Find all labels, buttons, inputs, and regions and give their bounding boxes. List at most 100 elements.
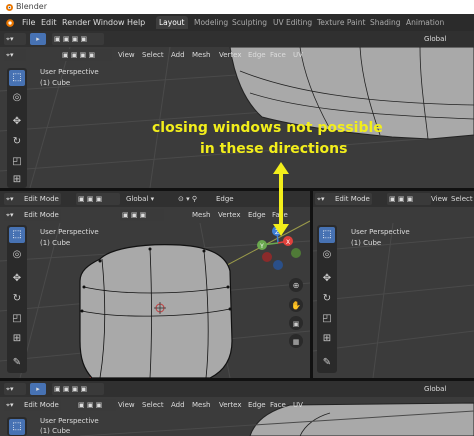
viewport-top[interactable]: ⌖▾ ▸ ▣ ▣ ▣ ▣ Global ⌖▾ ▣ ▣ ▣ ▣ View Sele… [0,31,474,188]
tab-sculpting[interactable]: Sculpting [229,16,270,29]
viewport-right-header: ⌖▾ Edit Mode ▣ ▣ ▣ View Select [313,191,474,207]
pan-hand-icon: ✋ [291,300,301,310]
transform-tool-icon[interactable]: ⊞ [9,172,25,188]
menu-mesh-middle[interactable]: Mesh [192,209,210,221]
top-orientation-label[interactable]: Global [424,33,446,45]
select-tool-button[interactable]: ▸ [30,33,46,45]
move-tool-icon[interactable]: ✥ [9,114,25,130]
select-box-tool-icon[interactable]: ⬚ [9,70,25,86]
select-mode-icons[interactable]: ▣ ▣ ▣ ▣ [52,33,104,45]
menu-vertex-bottom[interactable]: Vertex [219,399,242,411]
camera-icon: ▣ [293,320,300,328]
menu-uv-bottom[interactable]: UV [293,399,303,411]
menu-mesh-bottom[interactable]: Mesh [192,399,210,411]
menu-face-bottom[interactable]: Face [270,399,286,411]
viewport-bottom[interactable]: ⌖▾ ▸ ▣ ▣ ▣ ▣ Global ⌖▾ Edit Mode ▣ ▣ ▣ V… [0,381,474,436]
annotate-tool-icon-right[interactable]: ✎ [319,355,335,371]
cursor-tool-icon[interactable]: ◎ [9,90,25,106]
menu-edge-middle[interactable]: Edge [216,193,234,205]
viewport-right[interactable]: ⌖▾ Edit Mode ▣ ▣ ▣ View Select User Pers… [313,191,474,378]
editor-type-dropdown[interactable]: ⌖▾ [4,33,26,45]
tab-layout[interactable]: Layout [156,16,188,29]
select-tool-button-bottom[interactable]: ▸ [30,383,46,395]
double-arrow-icon [273,162,289,236]
zoom-icon: ⊕ [293,281,300,290]
orientation-dropdown-middle[interactable]: Global ▾ [124,193,172,205]
viewport-bottom-header-row2: ⌖▾ Edit Mode ▣ ▣ ▣ View Select Add Mesh … [0,397,474,413]
gizmo-y-label: Y [259,243,264,250]
select-mode-icons-bottom[interactable]: ▣ ▣ ▣ ▣ [52,383,104,395]
cursor-tool-icon-right[interactable]: ◎ [319,247,335,263]
menu-select[interactable]: Select [142,49,164,61]
menu-view-right[interactable]: View [431,193,448,205]
tab-animation[interactable]: Animation [403,16,447,29]
annotate-tool-icon-middle[interactable]: ✎ [9,355,25,371]
orientation-label-bottom[interactable]: Global [424,383,446,395]
move-tool-icon-right[interactable]: ✥ [319,271,335,287]
blender-menu-icon[interactable] [4,17,15,28]
toolbar-middle: ⬚ ◎ ✥ ↻ ◰ ⊞ ✎ [7,225,27,373]
move-tool-icon-middle[interactable]: ✥ [9,271,25,287]
menu-vertex-middle[interactable]: Vertex [218,209,241,221]
menu-add[interactable]: Add [171,49,185,61]
select-box-tool-icon-middle[interactable]: ⬚ [9,227,25,243]
menu-file[interactable]: File [22,14,35,31]
gizmo-x-label: X [286,239,290,246]
overlay-object-right: (1) Cube [351,239,382,247]
transform-tool-icon-middle[interactable]: ⊞ [9,331,25,347]
mode-dropdown-bottom[interactable]: Edit Mode [22,399,61,411]
select-mode-icons-2[interactable]: ▣ ▣ ▣ ▣ [60,49,112,61]
select-mode-icons-middle-2[interactable]: ▣ ▣ ▣ [120,209,164,221]
menu-edge[interactable]: Edge [248,49,266,61]
scale-tool-icon-right[interactable]: ◰ [319,311,335,327]
select-box-tool-icon-right[interactable]: ⬚ [319,227,335,243]
viewport-right-scene [313,222,474,378]
tab-modeling[interactable]: Modeling [191,16,231,29]
menu-select-right[interactable]: Select [451,193,473,205]
menu-render[interactable]: Render [62,14,90,31]
menu-select-bottom[interactable]: Select [142,399,164,411]
tab-texture-paint[interactable]: Texture Paint [314,16,368,29]
cursor-tool-icon-middle[interactable]: ◎ [9,247,25,263]
toolbar-top: ⬚ ◎ ✥ ↻ ◰ ⊞ [7,68,27,188]
menu-vertex[interactable]: Vertex [219,49,242,61]
select-mode-icons-right[interactable]: ▣ ▣ ▣ [387,193,431,205]
rotate-tool-icon-middle[interactable]: ↻ [9,291,25,307]
rotate-tool-icon-right[interactable]: ↻ [319,291,335,307]
menu-uv[interactable]: UV [293,49,303,61]
menu-view-bottom[interactable]: View [118,399,135,411]
overlay-object-middle: (1) Cube [40,239,71,247]
viewport-middle[interactable]: Z X Y ⊕ ✋ ▣ ▦ ⌖▾ Edit Mode ▣ ▣ ▣ Global … [0,191,310,378]
annotation-line-2: in these directions [200,141,348,157]
menu-edge-bottom[interactable]: Edge [248,399,266,411]
menu-edit[interactable]: Edit [41,14,57,31]
grid-icon: ▦ [293,338,300,346]
overlay-perspective: User Perspective [40,68,99,76]
transform-tool-icon-right[interactable]: ⊞ [319,331,335,347]
tab-uv-editing[interactable]: UV Editing [270,16,315,29]
pivot-snap-icons-middle[interactable]: ⊙ ▾ ⚲ [176,193,210,205]
scale-tool-icon-middle[interactable]: ◰ [9,311,25,327]
toolbar-right: ⬚ ◎ ✥ ↻ ◰ ⊞ ✎ [317,225,337,373]
mode-dropdown-right[interactable]: Edit Mode [333,193,372,205]
mode-dropdown-middle[interactable]: Edit Mode [22,193,61,205]
menu-add-bottom[interactable]: Add [171,399,185,411]
select-mode-icons-bottom-2[interactable]: ▣ ▣ ▣ [76,399,116,411]
overlay-object-bottom: (1) Cube [40,427,71,435]
tab-shading[interactable]: Shading [367,16,403,29]
menu-view[interactable]: View [118,49,135,61]
menu-window[interactable]: Window [93,14,125,31]
editor-type-dropdown-bottom[interactable]: ⌖▾ [4,383,26,395]
mode-dropdown-middle-2[interactable]: Edit Mode [22,209,61,221]
menu-mesh[interactable]: Mesh [192,49,210,61]
menu-help[interactable]: Help [127,14,145,31]
editor-type-dropdown-2[interactable]: ⌖▾ [4,49,26,61]
menu-edge-middle-2[interactable]: Edge [248,209,266,221]
scale-tool-icon[interactable]: ◰ [9,154,25,170]
overlay-object: (1) Cube [40,79,71,87]
menu-face[interactable]: Face [270,49,286,61]
select-mode-icons-middle[interactable]: ▣ ▣ ▣ [76,193,120,205]
rotate-tool-icon[interactable]: ↻ [9,134,25,150]
select-box-tool-icon-bottom[interactable]: ⬚ [9,419,25,435]
toolbar-bottom: ⬚ [7,417,27,436]
